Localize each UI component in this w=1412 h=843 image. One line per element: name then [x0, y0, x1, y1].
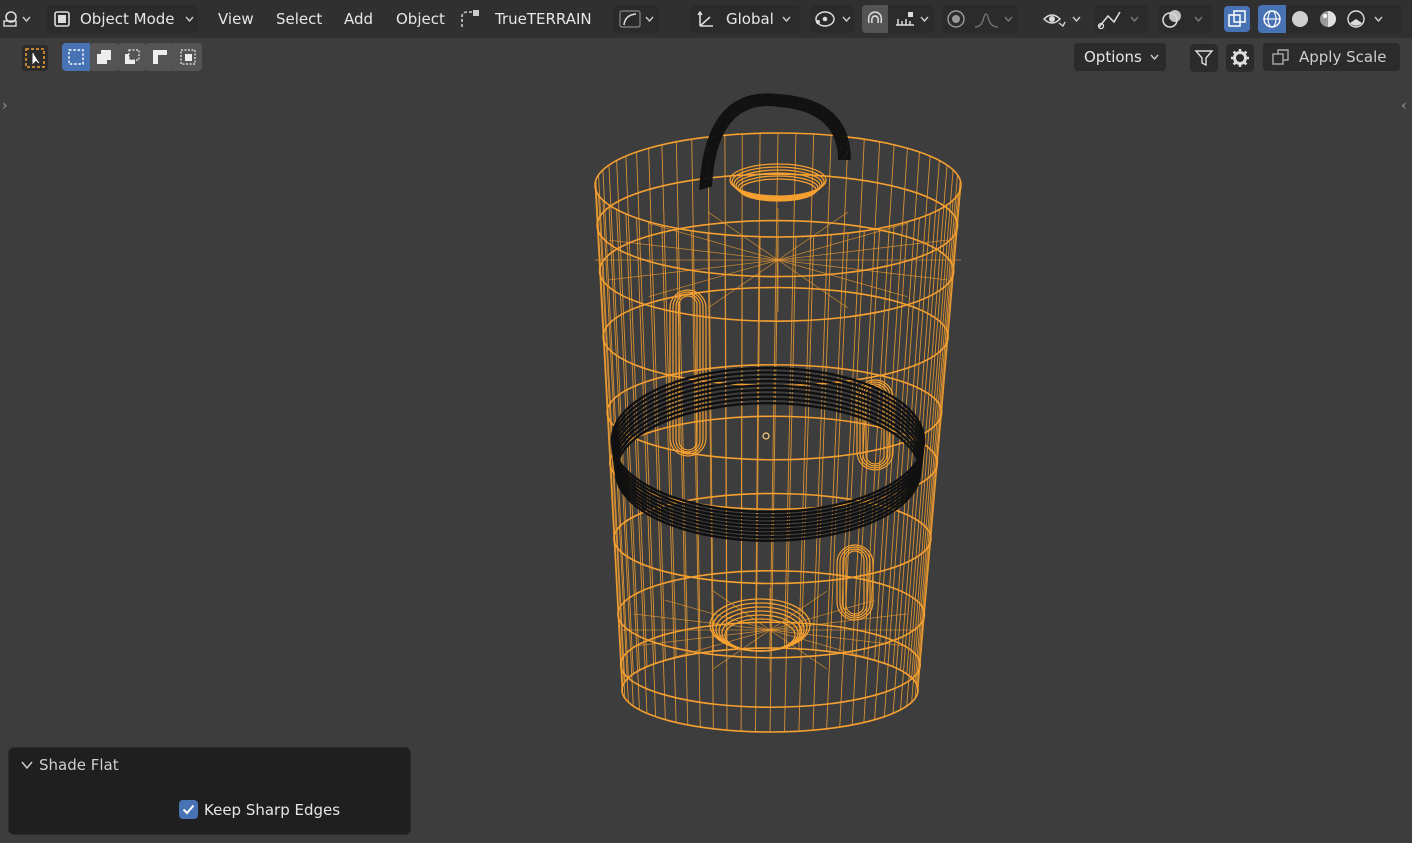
select-extend-icon[interactable]	[90, 43, 118, 71]
options-label: Options	[1084, 48, 1142, 66]
panel-title: Shade Flat	[39, 756, 119, 774]
origin-point	[762, 432, 770, 440]
menu-select[interactable]: Select	[270, 5, 328, 33]
apply-scale-button[interactable]: Apply Scale	[1263, 43, 1400, 71]
apply-scale-icon	[1271, 47, 1291, 67]
menu-object[interactable]: Object	[390, 5, 451, 33]
filter-icon[interactable]	[1190, 44, 1218, 72]
chevron-down-icon	[22, 16, 31, 22]
select-new-icon[interactable]	[62, 43, 90, 71]
chevron-down-icon	[1072, 16, 1081, 22]
visibility-selector[interactable]	[1040, 5, 1086, 33]
gizmo-icon	[1096, 8, 1122, 30]
viewport-header: Object Mode View Select Add Object TrueT…	[0, 0, 1412, 38]
orientation-gizmo-icon	[696, 9, 718, 29]
select-intersect-icon[interactable]	[174, 43, 202, 71]
falloff-curve-icon[interactable]	[974, 9, 1000, 29]
material-preview-icon[interactable]	[1314, 5, 1342, 33]
proportional-editing-group	[942, 5, 1018, 33]
solid-shading-icon[interactable]	[1286, 5, 1314, 33]
orientation-label: Global	[726, 10, 774, 28]
overlay-icon	[1160, 8, 1186, 30]
checkmark-icon	[182, 804, 195, 815]
chevron-down-icon	[1194, 16, 1203, 22]
options-dropdown[interactable]: Options	[1074, 43, 1166, 71]
xray-toggle-icon[interactable]	[1224, 6, 1250, 32]
cap-boss	[735, 172, 821, 200]
rendered-shading-icon[interactable]	[1342, 5, 1370, 33]
chevron-down-icon	[1004, 16, 1013, 22]
terrain-dropdown[interactable]	[613, 5, 659, 33]
gear-icon[interactable]	[1226, 44, 1254, 72]
snapping-group	[862, 5, 934, 33]
chevron-down-icon	[1150, 54, 1159, 60]
chevron-down-icon	[1130, 16, 1139, 22]
chevron-down-icon	[782, 16, 791, 22]
wireframe-shading-icon[interactable]	[1258, 5, 1286, 33]
menu-trueterrain[interactable]: TrueTERRAIN	[489, 5, 598, 33]
gizmo-selector[interactable]	[1094, 5, 1148, 33]
keep-sharp-edges-option[interactable]: Keep Sharp Edges	[179, 800, 340, 819]
terrain-addon-icon	[459, 9, 481, 29]
mode-label: Object Mode	[80, 10, 175, 28]
keep-sharp-edges-label: Keep Sharp Edges	[204, 800, 341, 819]
chevron-down-icon	[920, 16, 929, 22]
menu-add[interactable]: Add	[338, 5, 379, 33]
chevron-down-icon	[842, 16, 851, 22]
mesh-object-group[interactable]	[594, 93, 962, 733]
pivot-point-selector[interactable]	[810, 5, 854, 33]
editor-type-selector[interactable]	[2, 5, 36, 33]
toolbar-expand-icon[interactable]: ›	[2, 98, 8, 114]
chevron-down-icon	[645, 16, 654, 22]
3d-viewport[interactable]	[0, 38, 1412, 843]
select-subtract-icon[interactable]	[118, 43, 146, 71]
cap-boss	[731, 166, 825, 198]
select-invert-icon[interactable]	[146, 43, 174, 71]
overlay-selector[interactable]	[1158, 5, 1212, 33]
chevron-down-icon	[184, 16, 194, 22]
chevron-down-icon[interactable]	[1374, 16, 1383, 22]
pivot-icon	[814, 9, 838, 29]
menu-view[interactable]: View	[212, 5, 260, 33]
chevron-down-icon	[21, 761, 33, 769]
snap-increment-icon[interactable]	[894, 9, 916, 29]
wireframe-mesh[interactable]	[0, 38, 1412, 843]
snap-toggle-icon[interactable]	[862, 5, 888, 33]
sidebar-expand-icon[interactable]: ‹	[1401, 98, 1407, 114]
curve-icon	[619, 9, 641, 29]
transform-orientation-selector[interactable]: Global	[690, 5, 800, 33]
viewport-editor-icon	[2, 10, 22, 28]
proportional-edit-icon[interactable]	[942, 5, 970, 33]
mode-selector[interactable]: Object Mode	[46, 5, 198, 33]
cap-boss	[729, 163, 827, 197]
select-tool-icon[interactable]	[22, 45, 48, 71]
object-mode-icon	[52, 9, 72, 29]
panel-header[interactable]: Shade Flat	[21, 756, 119, 774]
shading-mode-group	[1258, 5, 1402, 33]
keep-sharp-edges-checkbox[interactable]	[179, 800, 198, 819]
eye-icon	[1042, 9, 1068, 29]
operator-redo-panel: Shade Flat Keep Sharp Edges	[8, 747, 411, 835]
apply-scale-label: Apply Scale	[1299, 48, 1387, 66]
